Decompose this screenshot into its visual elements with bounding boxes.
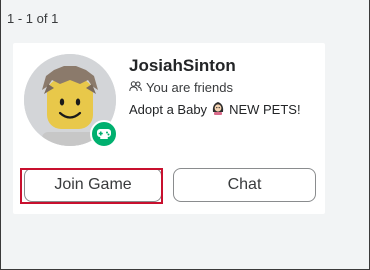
join-game-button[interactable]: Join Game (24, 168, 162, 202)
game-character-icon (211, 100, 225, 118)
pagination-label: 1 - 1 of 1 (7, 11, 59, 26)
friends-icon (129, 80, 142, 95)
gamepad-icon (90, 120, 118, 148)
username[interactable]: JosiahSinton (129, 56, 236, 76)
chat-button[interactable]: Chat (173, 168, 316, 202)
game-prefix: Adopt a Baby (129, 101, 208, 117)
friend-status-label: You are friends (146, 80, 233, 95)
game-status[interactable]: Adopt a Baby NEW PETS! (129, 100, 301, 118)
game-suffix: NEW PETS! (229, 101, 301, 117)
friend-status: You are friends (129, 80, 233, 95)
friend-card: JosiahSinton You are friends Adopt a Bab… (13, 43, 325, 214)
